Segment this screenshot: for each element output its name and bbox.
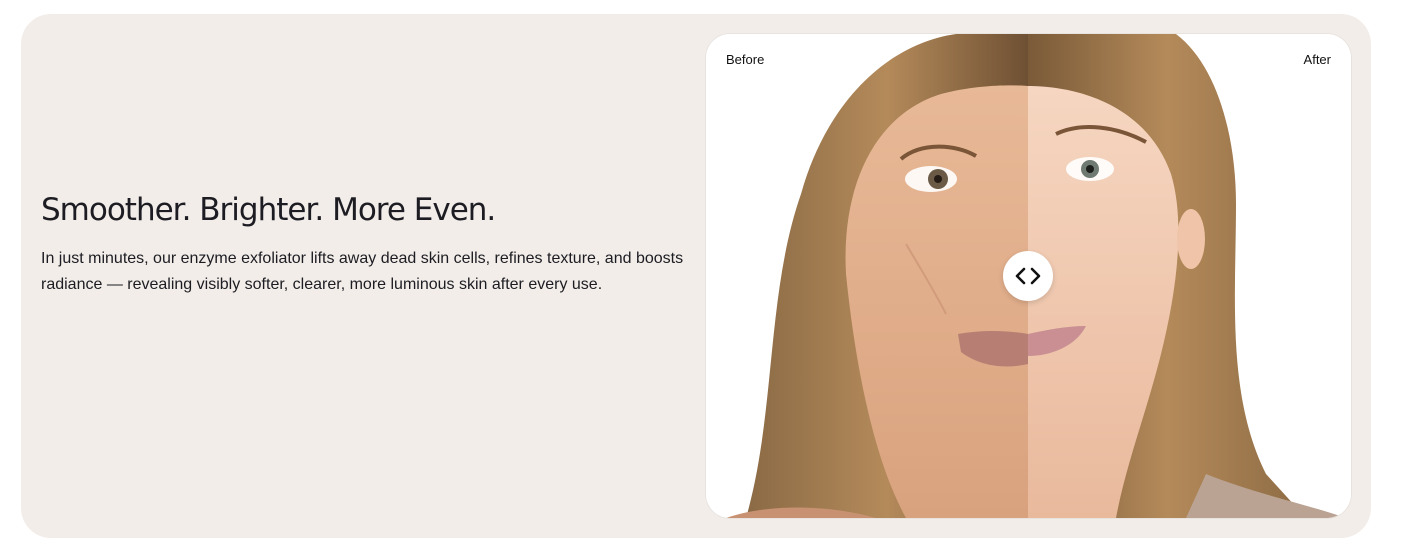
section-headline: Smoother. Brighter. More Even. bbox=[41, 192, 496, 228]
section-copy: Smoother. Brighter. More Even. In just m… bbox=[41, 192, 701, 298]
section-description: In just minutes, our enzyme exfoliator l… bbox=[41, 250, 684, 294]
slider-handle[interactable] bbox=[1003, 251, 1053, 301]
before-label: Before bbox=[726, 52, 765, 67]
chevrons-left-right-icon bbox=[1015, 267, 1041, 285]
after-label: After bbox=[1303, 52, 1331, 67]
before-after-slider[interactable]: Before After bbox=[706, 34, 1351, 518]
before-after-section: Smoother. Brighter. More Even. In just m… bbox=[21, 14, 1371, 538]
